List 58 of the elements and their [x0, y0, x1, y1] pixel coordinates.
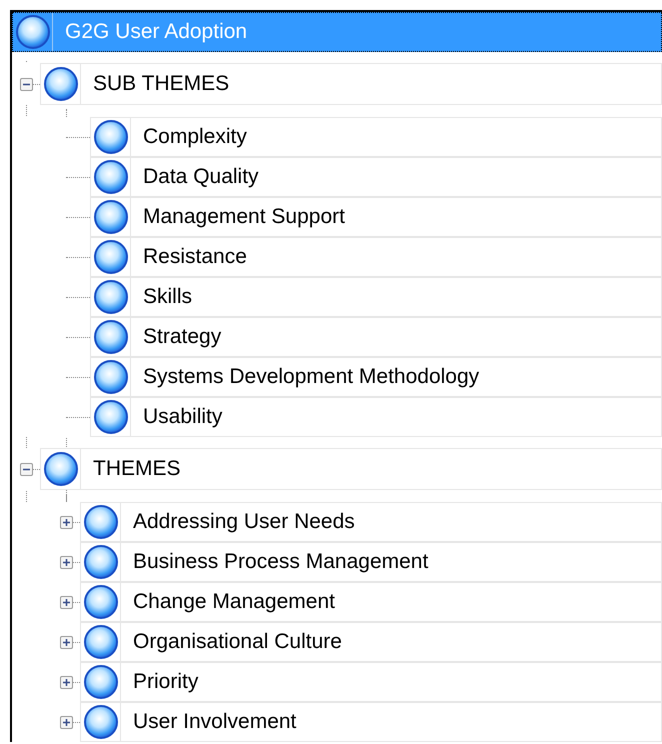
orb-icon [82, 584, 118, 620]
tree-node[interactable]: Management Support [90, 197, 662, 237]
tree-node[interactable]: Complexity [90, 117, 662, 157]
node-label: SUB THEMES [93, 71, 230, 98]
expand-icon[interactable] [60, 516, 73, 528]
orb-icon [42, 451, 78, 487]
tree-node[interactable]: THEMES [40, 448, 662, 490]
tree-node[interactable]: Skills [90, 277, 662, 317]
node-label: Resistance [143, 244, 247, 270]
orb-icon [82, 664, 118, 700]
expand-icon[interactable] [60, 556, 73, 568]
node-label: Change Management [133, 589, 335, 616]
collapse-icon[interactable] [20, 78, 33, 90]
orb-icon [42, 66, 78, 102]
orb-icon [82, 544, 118, 580]
tree-node[interactable]: Resistance [90, 237, 662, 277]
node-label: Management Support [143, 204, 345, 230]
expand-icon[interactable] [60, 716, 73, 728]
node-label: THEMES [93, 456, 181, 482]
expand-icon[interactable] [60, 596, 73, 608]
expand-icon[interactable] [60, 636, 73, 648]
orb-icon [92, 359, 128, 395]
orb-icon [92, 199, 128, 235]
tree-node[interactable]: User Involvement [80, 702, 662, 742]
orb-icon [82, 504, 118, 540]
orb-icon [92, 239, 128, 275]
expand-icon[interactable] [60, 676, 73, 688]
node-label: Addressing User Needs [133, 509, 355, 536]
node-label: Complexity [143, 124, 247, 150]
orb-icon [82, 624, 118, 660]
orb-icon [92, 119, 128, 155]
node-label: Data Quality [143, 164, 259, 190]
tree-node[interactable]: Organisational Culture [80, 622, 662, 662]
node-label: User Involvement [133, 709, 296, 736]
node-label: Usability [143, 404, 222, 430]
node-label: Priority [133, 669, 198, 696]
node-label: Skills [143, 284, 192, 310]
orb-icon [92, 159, 128, 195]
orb-icon [92, 279, 128, 315]
node-label: Business Process Management [133, 549, 428, 576]
node-label: Organisational Culture [133, 629, 342, 656]
node-label: Strategy [143, 324, 222, 350]
orb-icon [92, 319, 128, 355]
orb-icon [14, 14, 50, 50]
orb-icon [82, 704, 118, 740]
orb-icon [92, 399, 128, 435]
tree-node[interactable]: SUB THEMES [40, 63, 662, 105]
node-label: G2G User Adoption [65, 19, 248, 46]
tree-node[interactable]: Addressing User Needs [80, 502, 662, 542]
tree-node[interactable]: Strategy [90, 317, 662, 357]
tree-node[interactable]: Systems Development Methodology [90, 357, 662, 397]
tree-node[interactable]: Change Management [80, 582, 662, 622]
node-label: Systems Development Methodology [143, 364, 480, 390]
tree-node[interactable]: Priority [80, 662, 662, 702]
collapse-icon[interactable] [20, 462, 33, 476]
tree-node[interactable]: Usability [90, 397, 662, 437]
tree-node[interactable]: Business Process Management [80, 542, 662, 582]
tree-node[interactable]: Data Quality [90, 157, 662, 197]
